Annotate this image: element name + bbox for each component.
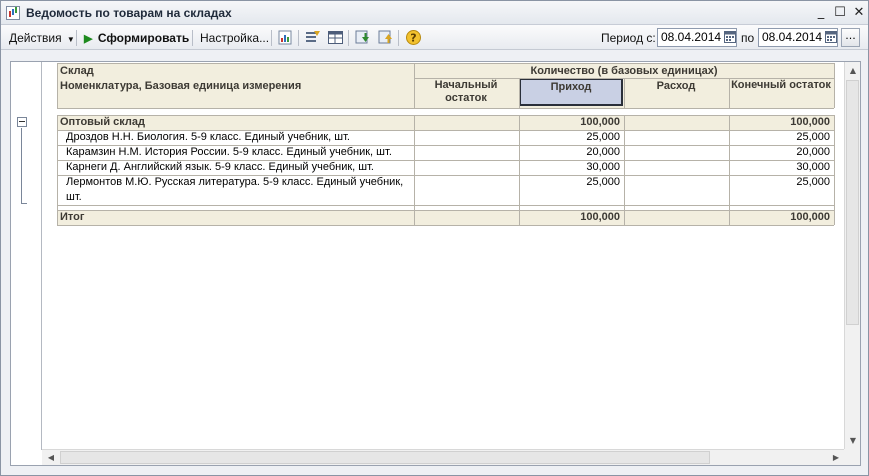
grid-line xyxy=(729,115,730,225)
table-row-closing: 30,000 xyxy=(796,161,830,173)
grid-line xyxy=(834,63,835,108)
table-row-receipt: 25,000 xyxy=(586,131,620,143)
toolbar-separator xyxy=(271,30,272,46)
collapse-group-icon[interactable] xyxy=(17,117,27,127)
group-closing: 100,000 xyxy=(729,115,833,130)
grid-line xyxy=(57,160,834,161)
calendar-icon[interactable] xyxy=(723,29,737,45)
svg-text:?: ? xyxy=(410,32,416,45)
maximize-button[interactable]: ☐ xyxy=(832,5,848,21)
table-row-item-name: Карамзин Н.М. История России. 5-9 класс.… xyxy=(66,146,392,158)
grid-line xyxy=(57,130,834,131)
generate-label: Сформировать xyxy=(97,31,190,45)
table-row-closing: 25,000 xyxy=(796,176,830,188)
load-variant-icon[interactable] xyxy=(377,29,394,46)
vertical-scrollbar[interactable]: ▲ ▼ xyxy=(844,62,860,450)
grid-line xyxy=(57,108,834,109)
table-row-closing: 20,000 xyxy=(796,146,830,158)
toolbar: Действия ▼ ▶ Сформировать Настройка... ?… xyxy=(1,25,868,50)
toolbar-separator xyxy=(348,30,349,46)
grid-line xyxy=(414,115,415,225)
close-button[interactable]: ✕ xyxy=(851,5,867,21)
toolbar-separator xyxy=(192,30,193,46)
scroll-left-icon[interactable]: ◀ xyxy=(44,451,58,465)
actions-label: Действия xyxy=(9,31,62,45)
save-variant-icon[interactable] xyxy=(354,29,371,46)
group-bracket xyxy=(21,128,27,204)
scroll-right-icon[interactable]: ▶ xyxy=(829,451,843,465)
header-receipt[interactable]: Приход xyxy=(519,78,623,106)
table-row-receipt: 30,000 xyxy=(586,161,620,173)
table-row-item-name: Дроздов Н.Н. Биология. 5-9 класс. Единый… xyxy=(66,131,350,143)
horizontal-scrollbar[interactable]: ◀ ▶ xyxy=(42,449,845,465)
grid-line xyxy=(729,78,730,108)
total-closing: 100,000 xyxy=(729,210,833,225)
select-period-button[interactable]: ... xyxy=(841,28,860,47)
generate-button[interactable]: ▶ Сформировать xyxy=(84,29,189,47)
header-opening: Начальный остаток xyxy=(414,79,518,105)
table-row-item-name: Карнеги Д. Английский язык. 5-9 класс. Е… xyxy=(66,161,374,173)
grid-line xyxy=(57,210,834,211)
header-expense: Расход xyxy=(624,79,728,94)
play-icon: ▶ xyxy=(84,33,93,45)
grid-line xyxy=(624,115,625,225)
total-receipt: 100,000 xyxy=(519,210,623,225)
calendar-icon[interactable] xyxy=(824,29,838,45)
actions-menu-button[interactable]: Действия ▼ xyxy=(9,29,75,47)
report-window: Ведомость по товарам на складах _ ☐ ✕ Де… xyxy=(0,0,869,476)
scroll-up-icon[interactable]: ▲ xyxy=(846,64,860,78)
grid-line xyxy=(519,115,520,225)
table-row-closing: 25,000 xyxy=(796,131,830,143)
minimize-button[interactable]: _ xyxy=(813,5,829,21)
grid-line xyxy=(57,225,834,226)
grid-line xyxy=(519,78,520,108)
toolbar-separator xyxy=(298,30,299,46)
table-row-receipt: 25,000 xyxy=(586,176,620,188)
chart-icon[interactable] xyxy=(277,29,294,46)
scroll-down-icon[interactable]: ▼ xyxy=(846,434,860,448)
title-bar: Ведомость по товарам на складах _ ☐ ✕ xyxy=(1,1,868,25)
grid-line xyxy=(57,175,834,176)
period-from-label: Период с: xyxy=(601,31,656,45)
header-item-unit: Номенклатура, Базовая единица измерения xyxy=(60,79,410,94)
grid-line xyxy=(57,115,58,225)
scroll-corner xyxy=(844,449,860,465)
header-quantity-group: Количество (в базовых единицах) xyxy=(414,64,834,79)
table-row-item-name-wrap: шт. xyxy=(66,191,82,203)
settings-button[interactable]: Настройка... xyxy=(200,29,269,47)
filter-icon[interactable] xyxy=(304,29,321,46)
period-to-label: по xyxy=(741,31,755,45)
grid-line xyxy=(57,205,834,206)
toolbar-separator xyxy=(398,30,399,46)
grid-line xyxy=(834,115,835,225)
grid-line xyxy=(57,145,834,146)
window-title: Ведомость по товарам на складах xyxy=(26,6,232,20)
header-closing: Конечный остаток xyxy=(729,79,833,92)
grid-line xyxy=(57,63,834,64)
table-row-receipt: 20,000 xyxy=(586,146,620,158)
header-warehouse: Склад xyxy=(60,64,410,79)
grid-line xyxy=(57,63,58,108)
table-row-item-name: Лермонтов М.Ю. Русская литература. 5-9 к… xyxy=(66,176,404,188)
total-label: Итог xyxy=(60,210,410,225)
group-receipt: 100,000 xyxy=(519,115,623,130)
table-settings-icon[interactable] xyxy=(327,29,344,46)
scroll-thumb[interactable] xyxy=(60,451,710,464)
grid-line xyxy=(414,63,415,108)
grid-line xyxy=(57,115,834,116)
grouping-gutter xyxy=(11,62,42,450)
toolbar-separator xyxy=(76,30,77,46)
scroll-thumb[interactable] xyxy=(846,80,859,325)
report-icon xyxy=(6,6,20,20)
help-icon[interactable]: ? xyxy=(405,29,422,46)
chevron-down-icon: ▼ xyxy=(66,35,75,44)
group-warehouse-name: Оптовый склад xyxy=(60,115,410,130)
report-spreadsheet[interactable]: Склад Номенклатура, Базовая единица изме… xyxy=(10,61,861,466)
grid-line xyxy=(624,78,625,108)
